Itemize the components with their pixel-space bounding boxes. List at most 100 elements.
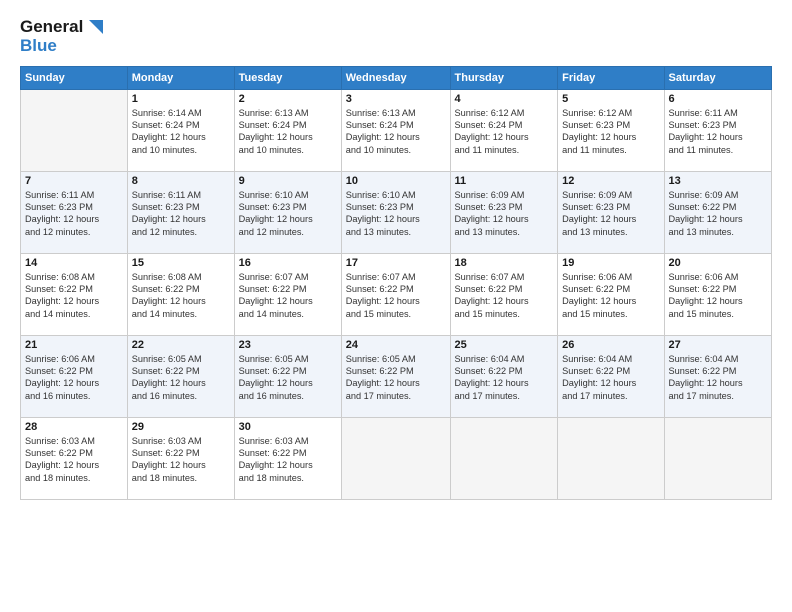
day-info: Sunrise: 6:09 AMSunset: 6:23 PMDaylight:…: [455, 189, 554, 239]
calendar-day-cell: 23Sunrise: 6:05 AMSunset: 6:22 PMDayligh…: [234, 335, 341, 417]
day-number: 6: [669, 93, 768, 105]
day-info: Sunrise: 6:04 AMSunset: 6:22 PMDaylight:…: [669, 353, 768, 403]
day-number: 20: [669, 257, 768, 269]
calendar-day-cell: 26Sunrise: 6:04 AMSunset: 6:22 PMDayligh…: [558, 335, 664, 417]
day-info: Sunrise: 6:12 AMSunset: 6:24 PMDaylight:…: [455, 107, 554, 157]
calendar-day-cell: 5 Sunrise: 6:12 AMSunset: 6:23 PMDaylight…: [558, 89, 664, 171]
day-info: Sunrise: 6:03 AMSunset: 6:22 PMDaylight:…: [132, 435, 230, 485]
day-number: 14: [25, 257, 123, 269]
calendar-day-cell: 8 Sunrise: 6:11 AMSunset: 6:23 PMDaylight…: [127, 171, 234, 253]
col-header-tuesday: Tuesday: [234, 66, 341, 89]
calendar-day-cell: 29 Sunrise: 6:03 AMSunset: 6:22 PMDayligh…: [127, 417, 234, 499]
day-info: Sunrise: 6:05 AMSunset: 6:22 PMDaylight:…: [346, 353, 446, 403]
col-header-monday: Monday: [127, 66, 234, 89]
day-info: Sunrise: 6:09 AMSunset: 6:22 PMDaylight:…: [669, 189, 768, 239]
day-number: 15: [132, 257, 230, 269]
day-number: 5: [562, 93, 659, 105]
day-number: 13: [669, 175, 768, 187]
day-info: Sunrise: 6:04 AMSunset: 6:22 PMDaylight:…: [455, 353, 554, 403]
calendar-week-row: 7 Sunrise: 6:11 AMSunset: 6:23 PMDaylight…: [21, 171, 772, 253]
calendar-day-cell: 9 Sunrise: 6:10 AMSunset: 6:23 PMDaylight…: [234, 171, 341, 253]
calendar-day-cell: [558, 417, 664, 499]
day-info: Sunrise: 6:09 AMSunset: 6:23 PMDaylight:…: [562, 189, 659, 239]
day-number: 19: [562, 257, 659, 269]
calendar-table: SundayMondayTuesdayWednesdayThursdayFrid…: [20, 66, 772, 500]
day-info: Sunrise: 6:13 AMSunset: 6:24 PMDaylight:…: [239, 107, 337, 157]
day-info: Sunrise: 6:07 AMSunset: 6:22 PMDaylight:…: [455, 271, 554, 321]
calendar-day-cell: 20Sunrise: 6:06 AMSunset: 6:22 PMDayligh…: [664, 253, 772, 335]
day-info: Sunrise: 6:05 AMSunset: 6:22 PMDaylight:…: [132, 353, 230, 403]
calendar-day-cell: [664, 417, 772, 499]
calendar-day-cell: 3Sunrise: 6:13 AMSunset: 6:24 PMDaylight…: [341, 89, 450, 171]
calendar-day-cell: 6 Sunrise: 6:11 AMSunset: 6:23 PMDaylight…: [664, 89, 772, 171]
day-info: Sunrise: 6:03 AMSunset: 6:22 PMDaylight:…: [25, 435, 123, 485]
calendar-week-row: 14 Sunrise: 6:08 AMSunset: 6:22 PMDayligh…: [21, 253, 772, 335]
calendar-day-cell: [21, 89, 128, 171]
day-number: 29: [132, 421, 230, 433]
logo-wordmark: General Blue: [20, 16, 107, 56]
calendar-day-cell: 25 Sunrise: 6:04 AMSunset: 6:22 PMDayligh…: [450, 335, 558, 417]
day-number: 9: [239, 175, 337, 187]
logo: General Blue: [20, 16, 107, 56]
header: General Blue: [20, 16, 772, 56]
logo-triangle-icon: [85, 16, 107, 38]
day-number: 25: [455, 339, 554, 351]
day-number: 10: [346, 175, 446, 187]
day-number: 8: [132, 175, 230, 187]
day-info: Sunrise: 6:06 AMSunset: 6:22 PMDaylight:…: [25, 353, 123, 403]
calendar-header-row: SundayMondayTuesdayWednesdayThursdayFrid…: [21, 66, 772, 89]
calendar-week-row: 1Sunrise: 6:14 AMSunset: 6:24 PMDaylight…: [21, 89, 772, 171]
calendar-day-cell: 11Sunrise: 6:09 AMSunset: 6:23 PMDayligh…: [450, 171, 558, 253]
calendar-day-cell: 24 Sunrise: 6:05 AMSunset: 6:22 PMDayligh…: [341, 335, 450, 417]
day-number: 16: [239, 257, 337, 269]
day-info: Sunrise: 6:13 AMSunset: 6:24 PMDaylight:…: [346, 107, 446, 157]
calendar-day-cell: 10 Sunrise: 6:10 AMSunset: 6:23 PMDayligh…: [341, 171, 450, 253]
day-number: 17: [346, 257, 446, 269]
day-info: Sunrise: 6:06 AMSunset: 6:22 PMDaylight:…: [562, 271, 659, 321]
calendar-week-row: 21 Sunrise: 6:06 AMSunset: 6:22 PMDayligh…: [21, 335, 772, 417]
day-number: 30: [239, 421, 337, 433]
day-info: Sunrise: 6:07 AMSunset: 6:22 PMDaylight:…: [346, 271, 446, 321]
day-info: Sunrise: 6:08 AMSunset: 6:22 PMDaylight:…: [132, 271, 230, 321]
day-number: 1: [132, 93, 230, 105]
day-info: Sunrise: 6:08 AMSunset: 6:22 PMDaylight:…: [25, 271, 123, 321]
calendar-day-cell: 7Sunrise: 6:11 AMSunset: 6:23 PMDaylight…: [21, 171, 128, 253]
calendar-day-cell: [341, 417, 450, 499]
col-header-friday: Friday: [558, 66, 664, 89]
calendar-day-cell: 17 Sunrise: 6:07 AMSunset: 6:22 PMDayligh…: [341, 253, 450, 335]
day-number: 7: [25, 175, 123, 187]
col-header-wednesday: Wednesday: [341, 66, 450, 89]
calendar-week-row: 28Sunrise: 6:03 AMSunset: 6:22 PMDayligh…: [21, 417, 772, 499]
calendar-day-cell: 12 Sunrise: 6:09 AMSunset: 6:23 PMDayligh…: [558, 171, 664, 253]
day-number: 22: [132, 339, 230, 351]
day-number: 26: [562, 339, 659, 351]
day-number: 24: [346, 339, 446, 351]
day-info: Sunrise: 6:07 AMSunset: 6:22 PMDaylight:…: [239, 271, 337, 321]
calendar-day-cell: [450, 417, 558, 499]
day-info: Sunrise: 6:12 AMSunset: 6:23 PMDaylight:…: [562, 107, 659, 157]
calendar-day-cell: 18 Sunrise: 6:07 AMSunset: 6:22 PMDayligh…: [450, 253, 558, 335]
calendar-day-cell: 19 Sunrise: 6:06 AMSunset: 6:22 PMDayligh…: [558, 253, 664, 335]
calendar-day-cell: 13 Sunrise: 6:09 AMSunset: 6:22 PMDayligh…: [664, 171, 772, 253]
day-number: 12: [562, 175, 659, 187]
day-number: 2: [239, 93, 337, 105]
day-info: Sunrise: 6:03 AMSunset: 6:22 PMDaylight:…: [239, 435, 337, 485]
day-number: 18: [455, 257, 554, 269]
calendar-day-cell: 27 Sunrise: 6:04 AMSunset: 6:22 PMDayligh…: [664, 335, 772, 417]
day-info: Sunrise: 6:10 AMSunset: 6:23 PMDaylight:…: [346, 189, 446, 239]
day-number: 27: [669, 339, 768, 351]
calendar-day-cell: 28Sunrise: 6:03 AMSunset: 6:22 PMDayligh…: [21, 417, 128, 499]
col-header-saturday: Saturday: [664, 66, 772, 89]
day-info: Sunrise: 6:11 AMSunset: 6:23 PMDaylight:…: [132, 189, 230, 239]
day-info: Sunrise: 6:10 AMSunset: 6:23 PMDaylight:…: [239, 189, 337, 239]
calendar-day-cell: 30 Sunrise: 6:03 AMSunset: 6:22 PMDayligh…: [234, 417, 341, 499]
day-number: 21: [25, 339, 123, 351]
col-header-thursday: Thursday: [450, 66, 558, 89]
day-info: Sunrise: 6:05 AMSunset: 6:22 PMDaylight:…: [239, 353, 337, 403]
calendar-day-cell: 14 Sunrise: 6:08 AMSunset: 6:22 PMDayligh…: [21, 253, 128, 335]
calendar-day-cell: 15 Sunrise: 6:08 AMSunset: 6:22 PMDayligh…: [127, 253, 234, 335]
calendar-day-cell: 2 Sunrise: 6:13 AMSunset: 6:24 PMDaylight…: [234, 89, 341, 171]
day-info: Sunrise: 6:11 AMSunset: 6:23 PMDaylight:…: [669, 107, 768, 157]
calendar-day-cell: 4Sunrise: 6:12 AMSunset: 6:24 PMDaylight…: [450, 89, 558, 171]
calendar-day-cell: 16 Sunrise: 6:07 AMSunset: 6:22 PMDayligh…: [234, 253, 341, 335]
